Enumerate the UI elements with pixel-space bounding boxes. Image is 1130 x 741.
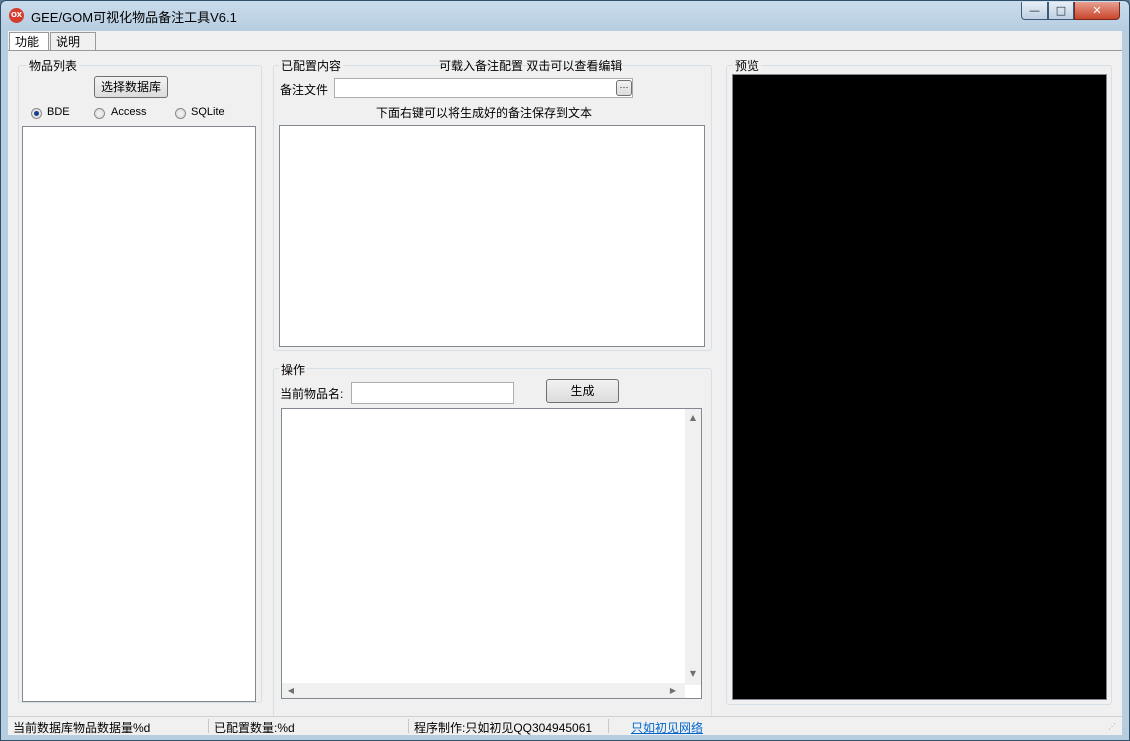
resize-grip-icon[interactable]: ⋰: [1108, 722, 1116, 731]
generate-button[interactable]: 生成: [546, 379, 619, 403]
scroll-up-icon[interactable]: ▲: [685, 412, 701, 424]
app-logo-icon: OX: [9, 8, 24, 23]
client-area: 功能 说明 物品列表 选择数据库 BDE Access SQLite 已配置内容…: [8, 31, 1122, 736]
vertical-scrollbar[interactable]: ▲ ▼: [685, 409, 701, 685]
note-file-label: 备注文件: [280, 83, 329, 97]
radio-access-label[interactable]: Access: [111, 106, 146, 118]
item-name-label: 当前物品名:: [280, 387, 344, 401]
scroll-down-icon[interactable]: ▼: [685, 668, 701, 680]
result-textarea[interactable]: ▲ ▼ ◀ ▶: [281, 408, 702, 699]
status-separator: [408, 719, 409, 733]
scroll-right-icon[interactable]: ▶: [667, 685, 679, 697]
preview-label: 预览: [733, 57, 762, 74]
tab-divider: [8, 50, 1122, 51]
status-author: 程序制作:只如初见QQ304945061: [414, 721, 593, 735]
config-list-box[interactable]: [279, 125, 705, 347]
radio-sqlite-label[interactable]: SQLite: [191, 106, 225, 118]
website-link[interactable]: 只如初见网络: [631, 719, 703, 736]
tab-instructions[interactable]: 说明: [50, 32, 96, 51]
scroll-left-icon[interactable]: ◀: [285, 685, 297, 697]
status-bar: 当前数据库物品数据量%d 已配置数量:%d 程序制作:只如初见QQ3049450…: [8, 716, 1122, 735]
status-separator: [208, 719, 209, 733]
status-config-count: 已配置数量:%d: [214, 721, 295, 735]
minimize-button[interactable]: —: [1021, 2, 1048, 20]
note-file-input[interactable]: [334, 78, 633, 98]
radio-access[interactable]: [94, 108, 105, 119]
item-list-label: 物品列表: [27, 57, 80, 74]
window-title: GEE/GOM可视化物品备注工具V6.1: [31, 10, 237, 25]
tab-function[interactable]: 功能: [9, 32, 49, 51]
config-label: 已配置内容: [279, 57, 344, 74]
radio-sqlite[interactable]: [175, 108, 186, 119]
radio-bde-label[interactable]: BDE: [47, 106, 70, 118]
config-hint: 可载入备注配置 双击可以查看编辑: [439, 59, 623, 73]
title-bar[interactable]: OX GEE/GOM可视化物品备注工具V6.1 — □ ✕: [1, 1, 1129, 31]
app-window: OX GEE/GOM可视化物品备注工具V6.1 — □ ✕ 功能 说明 物品列表…: [0, 0, 1130, 741]
horizontal-scrollbar[interactable]: ◀ ▶: [282, 683, 685, 698]
item-name-input[interactable]: [351, 382, 514, 404]
maximize-button[interactable]: □: [1048, 2, 1074, 20]
select-database-button[interactable]: 选择数据库: [94, 76, 168, 98]
operation-label: 操作: [279, 361, 308, 378]
status-db-count: 当前数据库物品数据量%d: [13, 721, 151, 735]
item-list-box[interactable]: [22, 126, 256, 702]
status-separator: [608, 719, 609, 733]
close-button[interactable]: ✕: [1074, 2, 1120, 20]
radio-bde[interactable]: [31, 108, 42, 119]
browse-button[interactable]: ···: [616, 80, 632, 96]
preview-canvas[interactable]: [732, 74, 1107, 700]
save-hint: 下面右键可以将生成好的备注保存到文本: [376, 106, 593, 120]
